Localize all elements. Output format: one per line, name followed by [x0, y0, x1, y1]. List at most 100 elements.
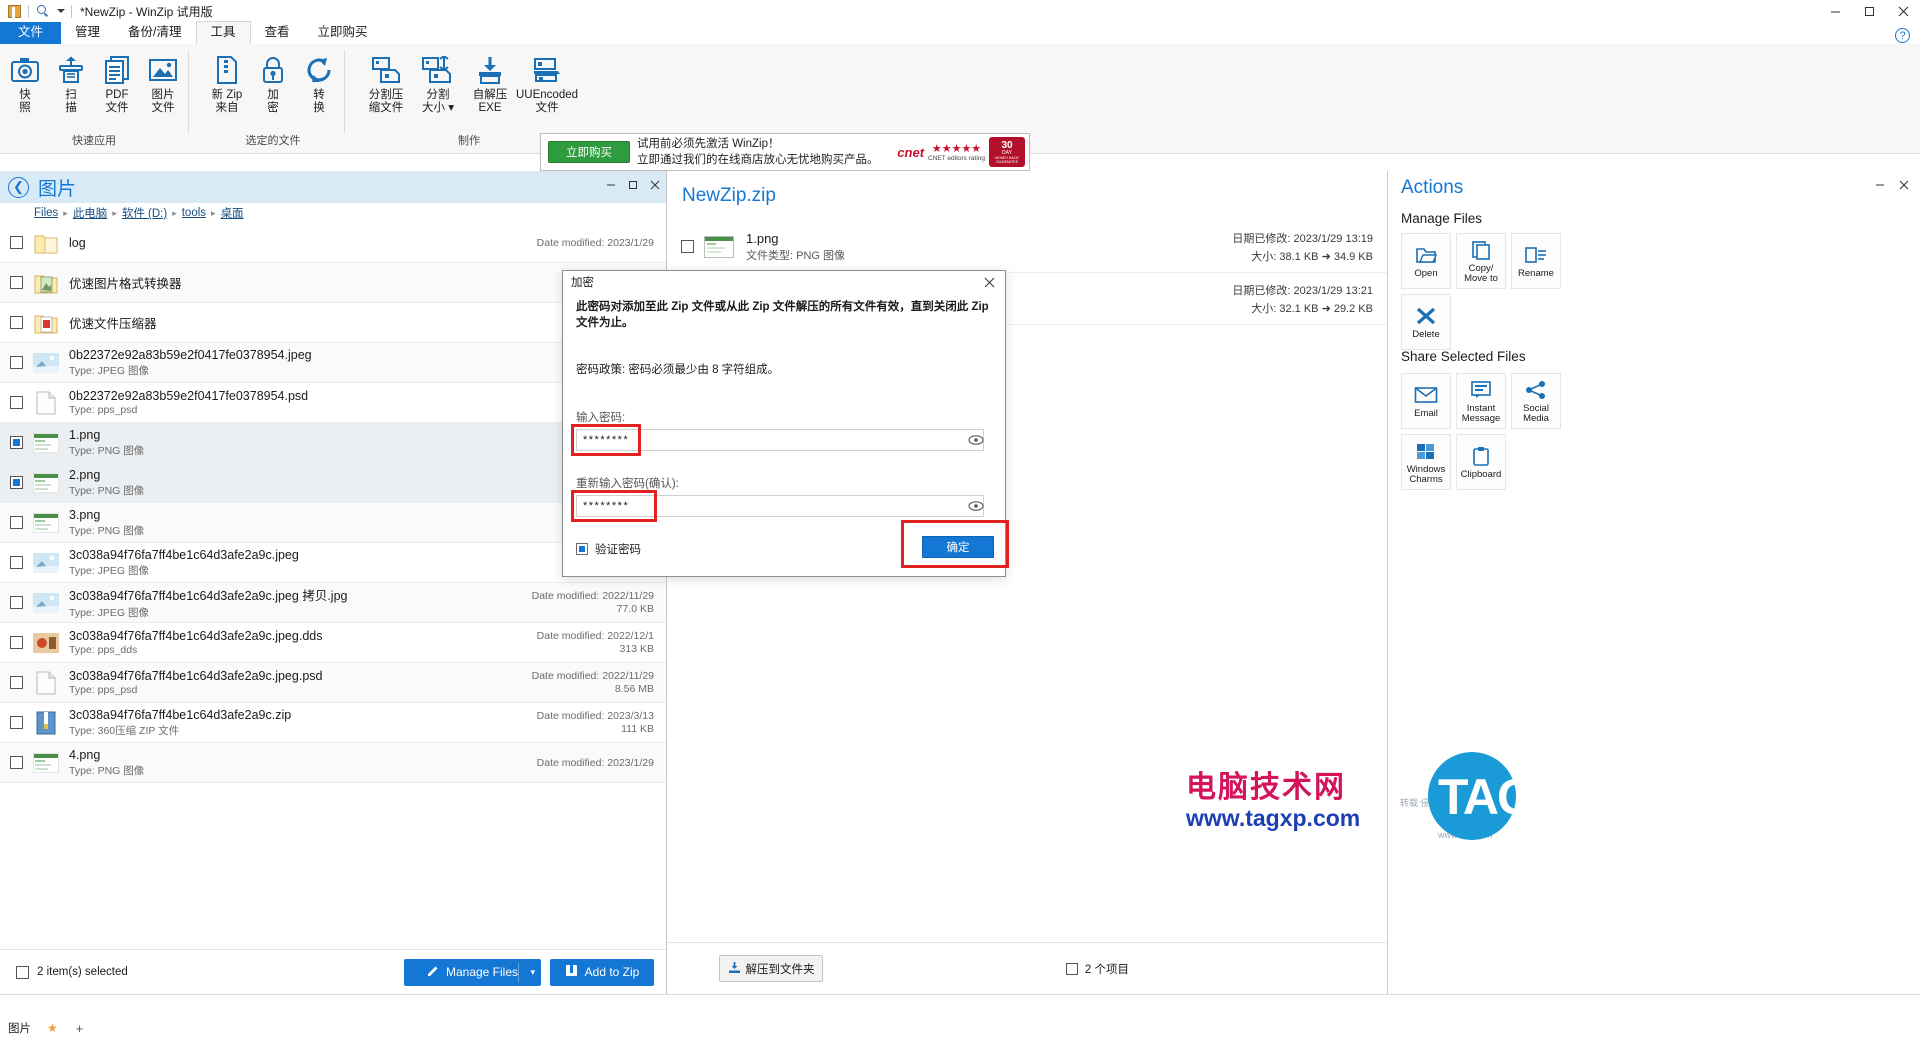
ribbon-button-scan[interactable]: 扫描: [48, 49, 94, 132]
ribbon-button-convert[interactable]: 转换: [296, 49, 342, 132]
ribbon-button-self-extract-exe[interactable]: 自解压 EXE: [464, 49, 516, 132]
banner-buy-button[interactable]: 立即购买: [548, 141, 630, 163]
row-checkbox[interactable]: [10, 356, 23, 369]
close-icon[interactable]: [1892, 175, 1916, 195]
zip-select-all-checkbox[interactable]: [1065, 962, 1078, 975]
row-checkbox[interactable]: [10, 596, 23, 609]
breadcrumb-item[interactable]: tools: [182, 207, 206, 219]
row-checkbox[interactable]: [10, 436, 23, 449]
file-size: 8.56 MB: [614, 683, 654, 695]
action-windows-charms[interactable]: Windows Charms: [1401, 434, 1451, 490]
close-icon[interactable]: [644, 171, 666, 199]
window-controls[interactable]: [1818, 0, 1920, 22]
row-checkbox[interactable]: [10, 676, 23, 689]
manage-files-button[interactable]: Manage Files ▾: [404, 958, 541, 986]
row-checkbox[interactable]: [10, 516, 23, 529]
bottom-tab-label[interactable]: 图片: [0, 1020, 39, 1036]
row-checkbox[interactable]: [10, 316, 23, 329]
row-checkbox[interactable]: [10, 276, 23, 289]
help-icon[interactable]: ?: [1895, 28, 1910, 43]
extract-to-folder-button[interactable]: 解压到文件夹: [719, 955, 823, 982]
eye-icon[interactable]: [968, 433, 984, 446]
convert-icon: [305, 53, 333, 87]
png-thumb-icon: [33, 470, 59, 496]
file-name-cell: 3c038a94f76fa7ff4be1c64d3afe2a9c.jpeg.ps…: [69, 669, 532, 696]
ribbon-button-new-zip-from[interactable]: 新 Zip 来自: [204, 49, 250, 132]
ribbon-button-split-zip[interactable]: 分割压 缩文件: [360, 49, 412, 132]
row-checkbox[interactable]: [10, 396, 23, 409]
star-icon[interactable]: ★: [39, 1021, 66, 1035]
ribbon-button-split-size[interactable]: 分割 大小 ▾: [412, 49, 464, 132]
close-icon[interactable]: [973, 271, 1005, 293]
quick-access-toolbar[interactable]: [0, 0, 72, 22]
row-checkbox[interactable]: [10, 716, 23, 729]
zip-entry-row[interactable]: 1.png 文件类型: PNG 图像 日期已修改: 2023/1/29 13:19 大…: [667, 221, 1387, 273]
maximize-icon[interactable]: [1852, 0, 1886, 22]
table-row[interactable]: 3c038a94f76fa7ff4be1c64d3afe2a9c.jpeg.dd…: [0, 623, 666, 663]
table-row[interactable]: 4.png Type: PNG 图像 Date modified: 2023/1/2…: [0, 743, 666, 783]
breadcrumb-item[interactable]: 桌面: [221, 205, 244, 221]
file-type: Type: PNG 图像: [69, 524, 145, 537]
zip-item-count: 2 个项目: [1065, 961, 1129, 977]
minimize-icon[interactable]: [600, 171, 622, 199]
search-icon[interactable]: [35, 3, 51, 19]
tab-tools[interactable]: 工具: [195, 21, 251, 45]
file-meta-cell: Date modified: 2023/1/29: [537, 757, 666, 769]
breadcrumb[interactable]: Files ▸ 此电脑 ▸ 软件 (D:) ▸ tools ▸ 桌面: [0, 203, 666, 223]
row-checkbox[interactable]: [10, 236, 23, 249]
action-instant-message[interactable]: Instant Message: [1456, 373, 1506, 429]
file-browser-window-controls[interactable]: [600, 171, 666, 199]
ribbon-button-encrypt[interactable]: 加密: [250, 49, 296, 132]
chevron-down-icon[interactable]: ▾: [530, 967, 535, 978]
action-email[interactable]: Email: [1401, 373, 1451, 429]
select-all-checkbox[interactable]: [16, 965, 29, 979]
ok-button[interactable]: 确定: [922, 536, 994, 558]
password-input[interactable]: [576, 429, 984, 451]
tab-view[interactable]: 查看: [251, 22, 304, 44]
breadcrumb-item[interactable]: 此电脑: [73, 205, 108, 221]
actions-window-controls[interactable]: [1868, 175, 1916, 195]
ribbon-button-image-file[interactable]: 图片 文件: [140, 49, 186, 132]
add-to-zip-button[interactable]: Add to Zip: [550, 958, 654, 986]
tab-manage[interactable]: 管理: [61, 22, 114, 44]
action-open[interactable]: Open: [1401, 233, 1451, 289]
row-checkbox[interactable]: [10, 476, 23, 489]
row-checkbox[interactable]: [10, 756, 23, 769]
action-copy-move-to[interactable]: Copy/Move to: [1456, 233, 1506, 289]
breadcrumb-item[interactable]: 软件 (D:): [122, 205, 167, 221]
table-row[interactable]: log Date modified: 2023/1/29: [0, 223, 666, 263]
ribbon-button-snapshot[interactable]: 快照: [2, 49, 48, 132]
confirm-password-input[interactable]: [576, 495, 984, 517]
action-delete[interactable]: Delete: [1401, 294, 1451, 350]
close-icon[interactable]: [1886, 0, 1920, 22]
file-meta-cell: Date modified: 2022/11/29 8.56 MB: [532, 670, 666, 695]
ribbon-button-uuencoded-file[interactable]: UUEncoded 文件: [516, 49, 578, 132]
chevron-down-icon[interactable]: [57, 9, 65, 13]
table-row[interactable]: 3c038a94f76fa7ff4be1c64d3afe2a9c.jpeg.ps…: [0, 663, 666, 703]
password-row: [571, 424, 990, 456]
zip-pane-footer: 解压到文件夹 2 个项目: [667, 942, 1387, 994]
tab-backup-clean[interactable]: 备份/清理: [114, 22, 195, 44]
zip-row-checkbox[interactable]: [681, 240, 694, 253]
action-rename[interactable]: Rename: [1511, 233, 1561, 289]
breadcrumb-item[interactable]: Files: [34, 207, 58, 219]
table-row[interactable]: 3c038a94f76fa7ff4be1c64d3afe2a9c.jpeg 拷贝…: [0, 583, 666, 623]
eye-icon[interactable]: [968, 499, 984, 512]
row-checkbox[interactable]: [10, 556, 23, 569]
table-row[interactable]: 3c038a94f76fa7ff4be1c64d3afe2a9c.zip Type…: [0, 703, 666, 743]
action-social-media[interactable]: Social Media: [1511, 373, 1561, 429]
tab-buy-now[interactable]: 立即购买: [304, 22, 382, 44]
action-clipboard[interactable]: Clipboard: [1456, 434, 1506, 490]
verify-password-checkbox[interactable]: [576, 543, 588, 555]
maximize-icon[interactable]: [622, 171, 644, 199]
back-arrow-icon[interactable]: ❮: [8, 176, 29, 198]
minimize-icon[interactable]: [1818, 0, 1852, 22]
minimize-icon[interactable]: [1868, 175, 1892, 195]
row-checkbox[interactable]: [10, 636, 23, 649]
bottom-tabs[interactable]: 图片 ★ +: [0, 1016, 93, 1040]
tab-file[interactable]: 文件: [0, 22, 62, 44]
ribbon-tabs[interactable]: 文件 管理 备份/清理 工具 查看 立即购买 ?: [0, 21, 1920, 45]
plus-icon[interactable]: +: [66, 1021, 94, 1036]
promo-banner[interactable]: 立即购买 试用前必须先激活 WinZip！ 立即通过我们的在线商店放心无忧地购买…: [540, 133, 1030, 171]
ribbon-button-pdf-file[interactable]: PDF 文件: [94, 49, 140, 132]
